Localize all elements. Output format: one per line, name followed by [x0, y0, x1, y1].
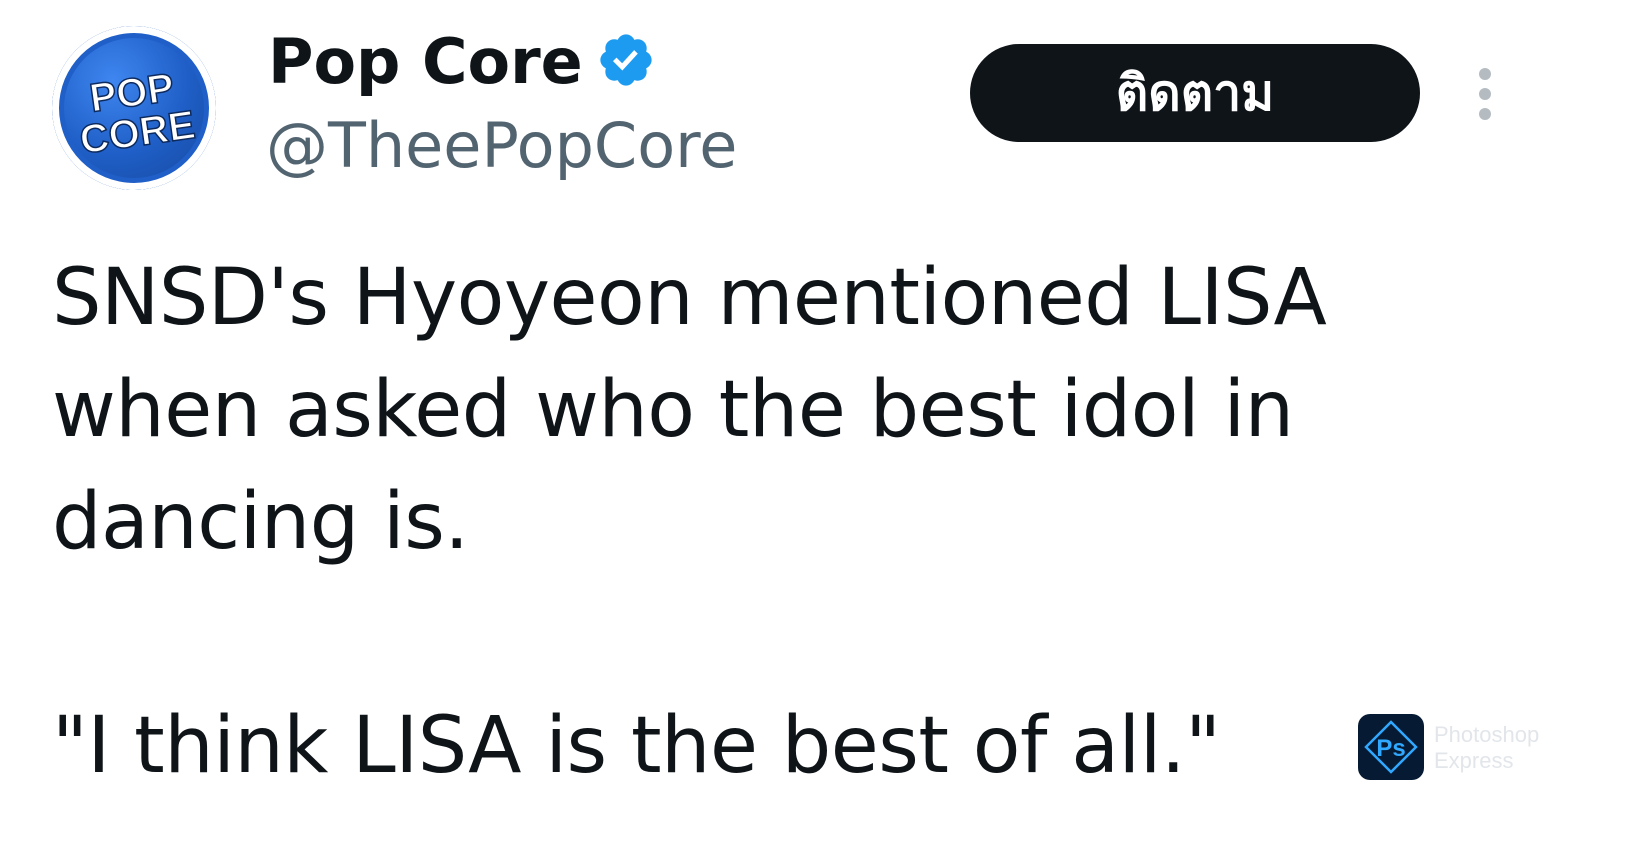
display-name[interactable]: Pop Core [268, 26, 583, 98]
user-handle[interactable]: @TheePopCore [266, 110, 737, 182]
avatar[interactable]: POP CORE [52, 26, 216, 190]
tweet-card: POP CORE Pop Core @TheePopCore ติดตาม SN… [0, 0, 1644, 844]
avatar-logo: POP CORE [76, 65, 198, 164]
tweet-text: SNSD's Hyoyeon mentioned LISA when asked… [52, 242, 1412, 802]
watermark-line2: Express [1434, 748, 1514, 773]
watermark-line1: Photoshop [1434, 722, 1540, 747]
photoshop-express-logo: Ps [1358, 714, 1424, 780]
photoshop-logo-icon: Ps [1364, 720, 1418, 774]
tweet-paragraph-1: SNSD's Hyoyeon mentioned LISA when asked… [52, 253, 1351, 567]
photoshop-logo-text: Ps [1376, 735, 1405, 762]
tweet-paragraph-2: "I think LISA is the best of all." [52, 701, 1221, 791]
watermark-text: Photoshop Express [1434, 722, 1539, 774]
verified-badge-icon [600, 34, 652, 86]
follow-button[interactable]: ติดตาม [970, 44, 1420, 142]
more-vertical-icon[interactable] [1466, 64, 1506, 124]
